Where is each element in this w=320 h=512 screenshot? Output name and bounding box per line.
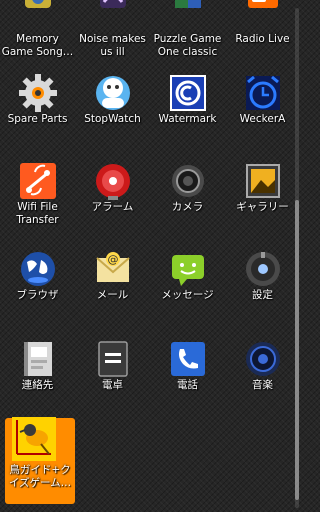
app-shortcut[interactable]: Puzzle Game One classic: [150, 0, 225, 70]
settings-icon: [246, 252, 280, 286]
alarm-bell-icon: [96, 164, 130, 200]
app-shortcut[interactable]: 電卓: [75, 336, 150, 416]
gear-icon: [19, 74, 57, 112]
app-label: 鳥ガイド+ク イズゲーム…: [8, 464, 72, 489]
calculator-icon: [98, 341, 128, 377]
watermark-icon: [170, 75, 206, 111]
phone-icon: [171, 342, 205, 376]
app-label: Watermark: [158, 113, 217, 125]
scrollbar-thumb[interactable]: [295, 200, 299, 500]
app-shortcut[interactable]: 鳥ガイド+ク イズゲーム…: [5, 417, 75, 504]
app-shortcut[interactable]: アラーム: [75, 158, 150, 238]
app-label: Noise makes us ill: [79, 33, 146, 58]
app-label: ブラウザ: [16, 289, 59, 301]
app-shortcut[interactable]: StopWatch: [75, 70, 150, 150]
app-shortcut[interactable]: メッセージ: [150, 246, 225, 326]
app-shortcut[interactable]: 電話: [150, 336, 225, 416]
app-label: 電話: [177, 379, 198, 391]
app-shortcut[interactable]: カメラ: [150, 158, 225, 238]
app-shortcut[interactable]: WeckerA: [225, 70, 300, 150]
noise-icon: [100, 0, 126, 8]
app-shortcut[interactable]: Noise makes us ill: [75, 0, 150, 70]
globe-icon: [21, 252, 55, 286]
app-label: ギャラリー: [236, 201, 289, 213]
app-label: StopWatch: [84, 113, 141, 125]
app-label: アラーム: [91, 201, 134, 213]
app-label: メッセージ: [161, 289, 214, 301]
app-label: 電卓: [102, 379, 123, 391]
app-drawer-screen: { "apps": [ {"label": "Memory\nGame Song…: [0, 0, 300, 512]
memory-game-icon: [25, 0, 51, 8]
contacts-icon: [24, 342, 52, 376]
app-shortcut[interactable]: Watermark: [150, 70, 225, 150]
alarm-clock-icon: [246, 75, 280, 110]
app-label: Radio Live: [235, 33, 290, 45]
app-label: Memory Game Song…: [1, 33, 74, 58]
app-label: Spare Parts: [7, 113, 68, 125]
speaker-icon: [246, 342, 280, 376]
app-shortcut[interactable]: ギャラリー: [225, 158, 300, 238]
app-label: WeckerA: [239, 113, 286, 125]
wifi-transfer-icon: [20, 163, 56, 199]
app-shortcut[interactable]: 連絡先: [0, 336, 75, 416]
app-shortcut[interactable]: @ メール: [75, 246, 150, 326]
app-label: Wifi File Transfer: [16, 201, 59, 226]
app-label: 設定: [252, 289, 273, 301]
svg-text:@: @: [108, 253, 119, 266]
app-grid: Memory Game Song… Noise makes us ill Puzzl…: [0, 0, 300, 512]
app-shortcut[interactable]: Spare Parts: [0, 70, 75, 150]
camera-icon: [172, 165, 204, 197]
app-shortcut[interactable]: 設定: [225, 246, 300, 326]
app-label: カメラ: [171, 201, 204, 213]
gallery-icon: [246, 164, 280, 198]
app-shortcut[interactable]: Memory Game Song…: [0, 0, 75, 70]
app-shortcut[interactable]: Wifi File Transfer: [0, 158, 75, 238]
radio-icon: [248, 0, 278, 8]
app-shortcut[interactable]: ブラウザ: [0, 246, 75, 326]
app-shortcut[interactable]: Radio Live: [225, 0, 300, 70]
app-label: 連絡先: [21, 379, 54, 391]
puzzle-game-icon: [175, 0, 201, 8]
app-label: Puzzle Game One classic: [153, 33, 222, 58]
bird-guide-icon: [12, 417, 56, 461]
message-icon: [172, 255, 204, 286]
stopwatch-icon: [96, 76, 130, 110]
app-label: メール: [96, 289, 129, 301]
app-label: 音楽: [252, 379, 273, 391]
mail-icon: @: [96, 252, 130, 282]
app-shortcut[interactable]: 音楽: [225, 336, 300, 416]
